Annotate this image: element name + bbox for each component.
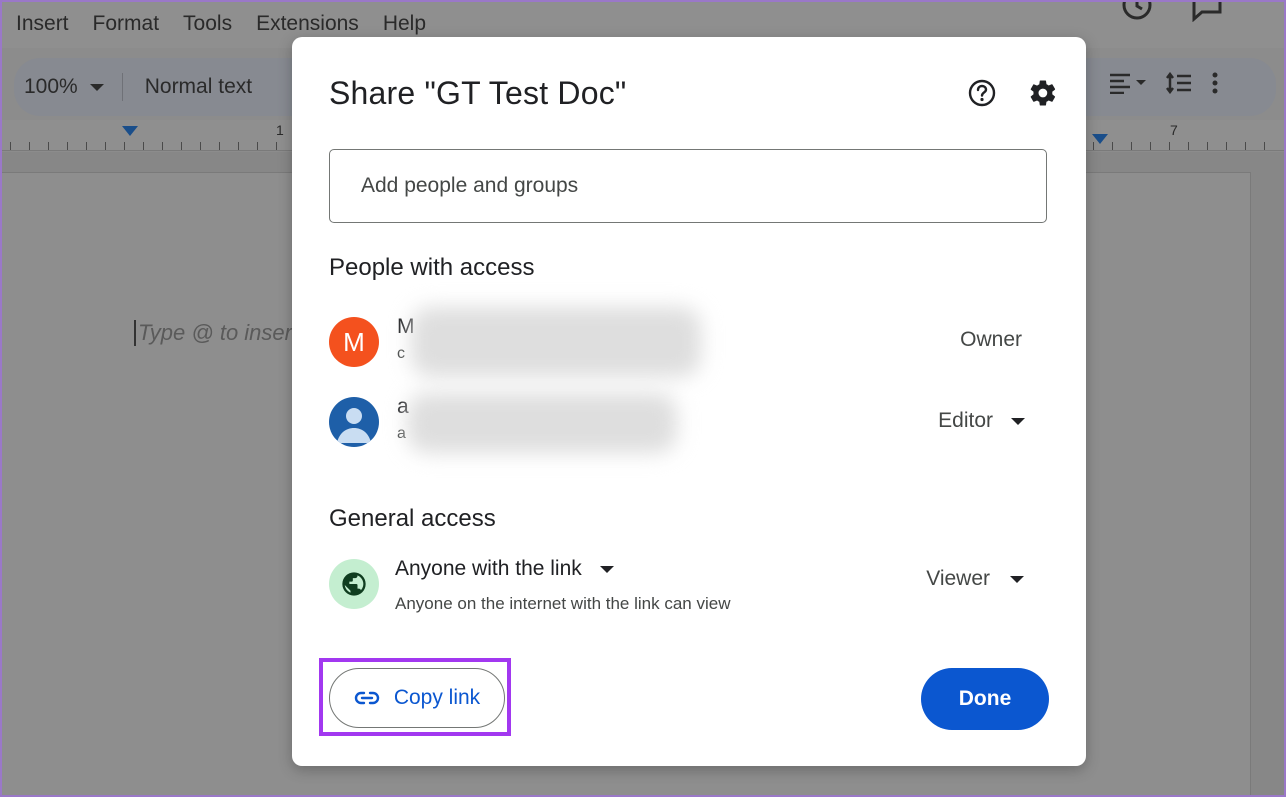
add-people-input[interactable]: [329, 149, 1047, 223]
general-access-setting: Anyone with the link: [395, 557, 582, 580]
person-email: a: [397, 425, 406, 442]
person-email: c: [397, 345, 405, 362]
history-icon[interactable]: [1120, 2, 1154, 22]
avatar-letter: M: [343, 326, 365, 357]
menu-insert[interactable]: Insert: [16, 12, 69, 36]
menu-extensions[interactable]: Extensions: [256, 12, 359, 36]
ruler-label: 7: [1170, 122, 1178, 138]
general-access-title: General access: [329, 505, 496, 532]
settings-button[interactable]: [1023, 73, 1063, 113]
redaction-blur: [407, 393, 677, 453]
link-icon: [354, 691, 379, 705]
general-access-description: Anyone on the internet with the link can…: [395, 594, 731, 613]
comment-icon[interactable]: [1190, 2, 1224, 22]
redaction-blur: [411, 307, 701, 377]
help-button[interactable]: [962, 73, 1002, 113]
indent-marker-right[interactable]: [1092, 134, 1108, 144]
share-dialog: Share "GT Test Doc" People with access M…: [292, 37, 1086, 766]
copy-link-button[interactable]: Copy link: [329, 668, 505, 728]
top-right-icons: [1120, 2, 1224, 22]
document-placeholder[interactable]: Type @ to inser: [134, 320, 292, 346]
person-row-editor: a a Editor: [329, 393, 1047, 457]
dialog-title: Share "GT Test Doc": [329, 75, 627, 111]
chevron-down-icon: [89, 83, 104, 91]
person-icon: [337, 408, 371, 443]
menu-help[interactable]: Help: [383, 12, 426, 36]
role-label: Viewer: [926, 567, 990, 590]
gear-icon: [1030, 80, 1056, 106]
align-icon[interactable]: [1108, 72, 1148, 99]
zoom-select[interactable]: 100%: [24, 75, 104, 99]
toolbar-right-group: [1108, 71, 1220, 99]
chevron-down-icon: [1011, 417, 1025, 425]
viewer-role-dropdown[interactable]: Viewer: [926, 567, 1024, 591]
indent-marker-left[interactable]: [122, 126, 138, 136]
avatar: M: [329, 317, 379, 367]
general-access-dropdown[interactable]: Anyone with the link: [395, 557, 614, 581]
done-button[interactable]: Done: [921, 668, 1049, 730]
owner-role: Owner: [960, 328, 1022, 351]
menu-format[interactable]: Format: [93, 12, 160, 36]
more-options-icon[interactable]: [1210, 72, 1220, 99]
toolbar-divider: [121, 73, 123, 101]
app-window: Insert Format Tools Extensions Help 100%…: [0, 0, 1286, 797]
zoom-value: 100%: [24, 75, 78, 98]
role-label: Editor: [938, 409, 993, 432]
people-section-title: People with access: [329, 254, 535, 281]
help-circle-icon: [968, 79, 996, 107]
avatar: [329, 397, 379, 447]
paragraph-style-select[interactable]: Normal text: [145, 75, 252, 99]
chevron-down-icon: [1010, 575, 1024, 583]
ruler-label: 1: [276, 122, 284, 138]
person-row-owner: M M c Owner: [329, 307, 1047, 377]
chevron-down-icon: [599, 565, 614, 573]
globe-icon: [342, 572, 366, 596]
menu-tools[interactable]: Tools: [183, 12, 232, 36]
editor-role-dropdown[interactable]: Editor: [938, 401, 1025, 441]
line-spacing-icon[interactable]: [1166, 71, 1192, 99]
globe-badge: [329, 559, 379, 609]
copy-link-label: Copy link: [393, 686, 481, 709]
